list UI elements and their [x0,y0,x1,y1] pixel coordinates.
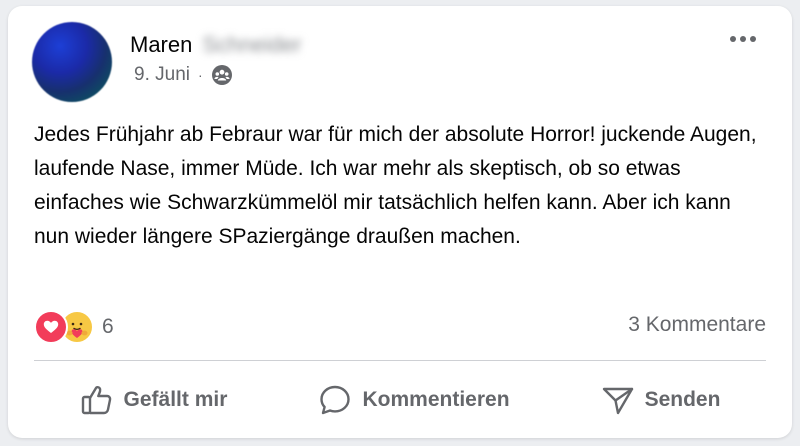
more-dot-icon [750,36,756,42]
post-text: Jedes Frühjahr ab Febraur war für mich d… [34,123,757,248]
send-icon [601,383,635,417]
more-dot-icon [730,36,736,42]
post-card: Maren Schneider 9. Juni · Jedes Frühjahr… [8,6,792,438]
action-bar: Gefällt mir Kommentieren Senden [34,368,766,432]
reactions-summary[interactable]: 6 [34,310,114,344]
comment-label: Kommentieren [362,388,510,411]
more-options-button[interactable] [730,36,756,42]
love-reaction-icon [34,310,68,344]
thumbs-up-icon [80,383,114,417]
meta-separator: · [197,67,203,83]
author-name[interactable]: Maren [130,32,192,58]
comment-button[interactable]: Kommentieren [318,383,510,417]
like-label: Gefällt mir [123,388,228,411]
author-row: Maren Schneider [130,32,301,58]
comments-count-link[interactable]: 3 Kommentare [628,313,766,337]
comment-bubble-icon [318,383,352,417]
post-meta: 9. Juni · [134,64,233,86]
friends-icon[interactable] [211,64,233,86]
like-button[interactable]: Gefällt mir [80,383,228,417]
send-label: Senden [644,388,721,411]
send-button[interactable]: Senden [601,383,721,417]
reaction-count: 6 [102,315,114,338]
post-date[interactable]: 9. Juni [134,64,190,86]
author-last-name-blurred: Schneider [202,32,302,57]
more-dot-icon [740,36,746,42]
divider [34,360,766,361]
avatar[interactable] [32,22,112,102]
